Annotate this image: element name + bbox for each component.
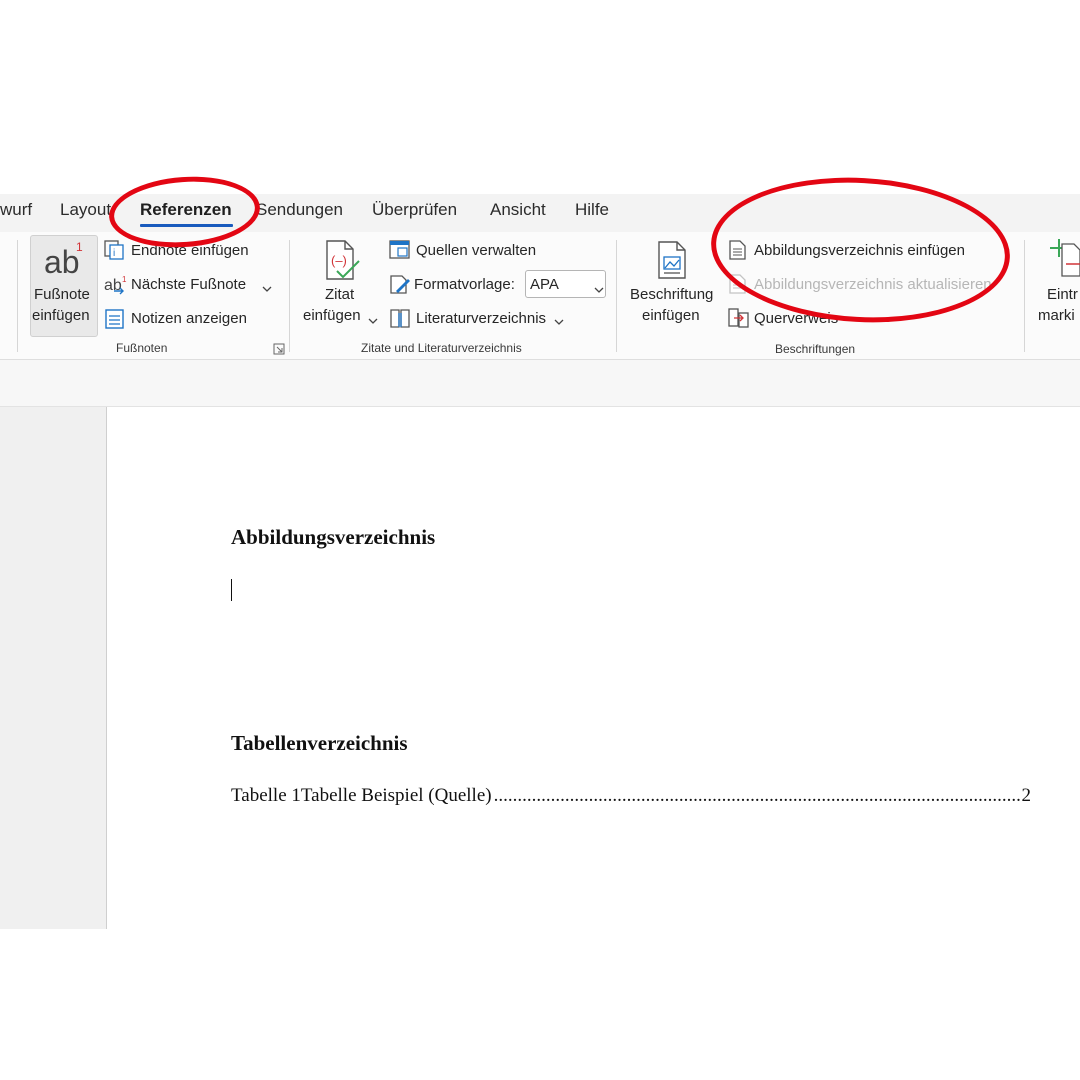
- insert-tof-button[interactable]: Abbildungsverzeichnis einfügen: [754, 242, 965, 259]
- next-footnote-button[interactable]: Nächste Fußnote: [131, 276, 246, 293]
- style-label: Formatvorlage:: [414, 276, 515, 293]
- show-notes-icon: [104, 308, 126, 335]
- heading-table-index: Tabellenverzeichnis: [231, 731, 408, 755]
- show-notes-button[interactable]: Notizen anzeigen: [131, 310, 247, 327]
- insert-citation-label-1[interactable]: Zitat: [325, 286, 354, 303]
- chevron-down-icon[interactable]: [594, 281, 604, 299]
- svg-text:ab: ab: [44, 244, 80, 279]
- chevron-down-icon[interactable]: [554, 313, 564, 331]
- style-icon: [389, 273, 411, 300]
- tab-layout[interactable]: Layout: [60, 200, 111, 220]
- insert-endnote-button[interactable]: Endnote einfügen: [131, 242, 249, 259]
- style-dropdown-value: APA: [530, 276, 559, 293]
- table-index-entry[interactable]: Tabelle 1Tabelle Beispiel (Quelle) .....…: [231, 785, 1031, 811]
- active-tab-indicator: [140, 224, 233, 227]
- tof-icon: [728, 239, 748, 266]
- svg-text:i: i: [113, 248, 115, 259]
- group-separator: [1024, 240, 1025, 352]
- manage-sources-icon: [389, 240, 411, 265]
- tab-hilfe[interactable]: Hilfe: [575, 200, 609, 220]
- tab-ansicht[interactable]: Ansicht: [490, 200, 546, 220]
- dialog-launcher-icon[interactable]: [273, 342, 285, 360]
- tab-referenzen[interactable]: Referenzen: [140, 200, 232, 220]
- insert-footnote-label-2: einfügen: [32, 307, 90, 324]
- svg-text:(–): (–): [331, 253, 347, 268]
- group-label-citations: Zitate und Literaturverzeichnis: [361, 341, 522, 355]
- footnote-ab-icon: ab 1: [42, 239, 86, 284]
- chevron-down-icon[interactable]: [368, 312, 378, 330]
- group-label-footnotes: Fußnoten: [116, 341, 168, 355]
- group-label-captions: Beschriftungen: [775, 342, 856, 356]
- next-footnote-icon: ab 1: [104, 274, 128, 301]
- table-index-entry-page: 2: [1021, 785, 1032, 806]
- text-cursor: [231, 579, 232, 601]
- svg-text:1: 1: [122, 275, 127, 284]
- mark-entry-label-2[interactable]: marki: [1038, 307, 1075, 324]
- cross-reference-icon: [728, 307, 750, 334]
- svg-text:1: 1: [76, 240, 83, 254]
- heading-figure-index: Abbildungsverzeichnis: [231, 525, 436, 549]
- tab-sendungen[interactable]: Sendungen: [256, 200, 343, 220]
- table-index-leader: ........................................…: [493, 785, 1020, 806]
- caption-icon[interactable]: [656, 240, 690, 285]
- ruler-area: [0, 360, 1080, 407]
- bibliography-icon: [389, 307, 413, 334]
- citation-icon[interactable]: (–): [321, 239, 363, 288]
- tab-ueberpruefen[interactable]: Überprüfen: [372, 200, 457, 220]
- mark-entry-icon[interactable]: [1040, 238, 1080, 283]
- update-tof-button[interactable]: Abbildungsverzeichnis aktualisieren: [754, 276, 992, 293]
- group-separator: [289, 240, 290, 352]
- insert-footnote-label-1: Fußnote: [34, 286, 90, 303]
- document-page[interactable]: [0, 407, 1080, 929]
- manage-sources-button[interactable]: Quellen verwalten: [416, 242, 536, 259]
- insert-citation-label-2[interactable]: einfügen: [303, 307, 361, 324]
- insert-caption-label-1[interactable]: Beschriftung: [630, 286, 713, 303]
- insert-caption-label-2[interactable]: einfügen: [642, 307, 700, 324]
- mark-entry-label-1[interactable]: Eintr: [1047, 286, 1078, 303]
- endnote-icon: i: [104, 240, 126, 265]
- table-index-entry-text: Tabelle 1Tabelle Beispiel (Quelle): [231, 785, 492, 806]
- chevron-down-icon[interactable]: [262, 280, 272, 298]
- tab-entwurf[interactable]: wurf: [0, 200, 32, 220]
- update-tof-icon: [728, 273, 748, 300]
- cross-reference-button[interactable]: Querverweis: [754, 310, 838, 327]
- bibliography-button[interactable]: Literaturverzeichnis: [416, 310, 546, 327]
- document-margin-gutter: [0, 407, 107, 929]
- group-separator: [17, 240, 18, 352]
- group-separator: [616, 240, 617, 352]
